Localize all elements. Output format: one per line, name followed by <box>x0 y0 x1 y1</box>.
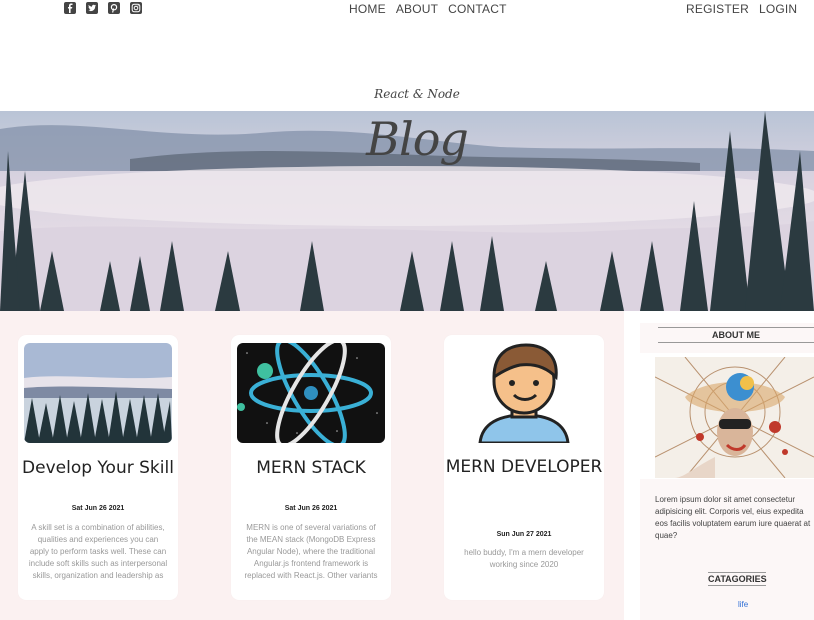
post-title[interactable]: MERN STACK <box>231 455 391 481</box>
nav-about[interactable]: ABOUT <box>396 2 438 16</box>
nav-login[interactable]: LOGIN <box>759 2 797 16</box>
twitter-icon[interactable] <box>86 2 98 14</box>
social-links <box>64 2 142 14</box>
post-excerpt: MERN is one of several variations of the… <box>244 523 378 580</box>
about-image <box>655 357 814 478</box>
post-image <box>24 343 172 443</box>
category-link-life[interactable]: life <box>738 600 748 609</box>
nav-home[interactable]: HOME <box>349 2 386 16</box>
post-title[interactable]: MERN DEVELOPER <box>444 454 604 480</box>
nav-register[interactable]: REGISTER <box>686 2 749 16</box>
about-text: Lorem ipsum dolor sit amet consectetur a… <box>655 495 811 540</box>
main-nav: HOME ABOUT CONTACT <box>349 2 507 16</box>
pinterest-icon[interactable] <box>108 2 120 14</box>
nav-contact[interactable]: CONTACT <box>448 2 507 16</box>
post-excerpt: A skill set is a combination of abilitie… <box>28 523 168 580</box>
post-excerpt: hello buddy, I'm a mern developer workin… <box>464 548 584 569</box>
post-card[interactable]: MERN STACK Sat Jun 26 2021 MERN is one o… <box>231 335 391 600</box>
post-title[interactable]: Develop Your Skill <box>18 455 178 481</box>
about-title: ABOUT ME <box>658 327 814 343</box>
hero-title: Blog <box>366 112 469 166</box>
hero-subtitle: React & Node <box>374 87 460 101</box>
post-card[interactable]: Develop Your Skill Sat Jun 26 2021 A ski… <box>18 335 178 600</box>
post-card[interactable]: MERN DEVELOPER Sun Jun 27 2021 hello bud… <box>444 335 604 600</box>
post-date: Sat Jun 26 2021 <box>71 505 125 512</box>
post-image <box>450 343 598 443</box>
top-bar: HOME ABOUT CONTACT REGISTER LOGIN <box>0 0 814 20</box>
post-date: Sat Jun 26 2021 <box>284 505 338 512</box>
post-date: Sun Jun 27 2021 <box>496 531 552 538</box>
auth-nav: REGISTER LOGIN <box>686 2 797 16</box>
post-image <box>237 343 385 443</box>
categories-title: CATAGORIES <box>708 572 767 586</box>
instagram-icon[interactable] <box>130 2 142 14</box>
facebook-icon[interactable] <box>64 2 76 14</box>
